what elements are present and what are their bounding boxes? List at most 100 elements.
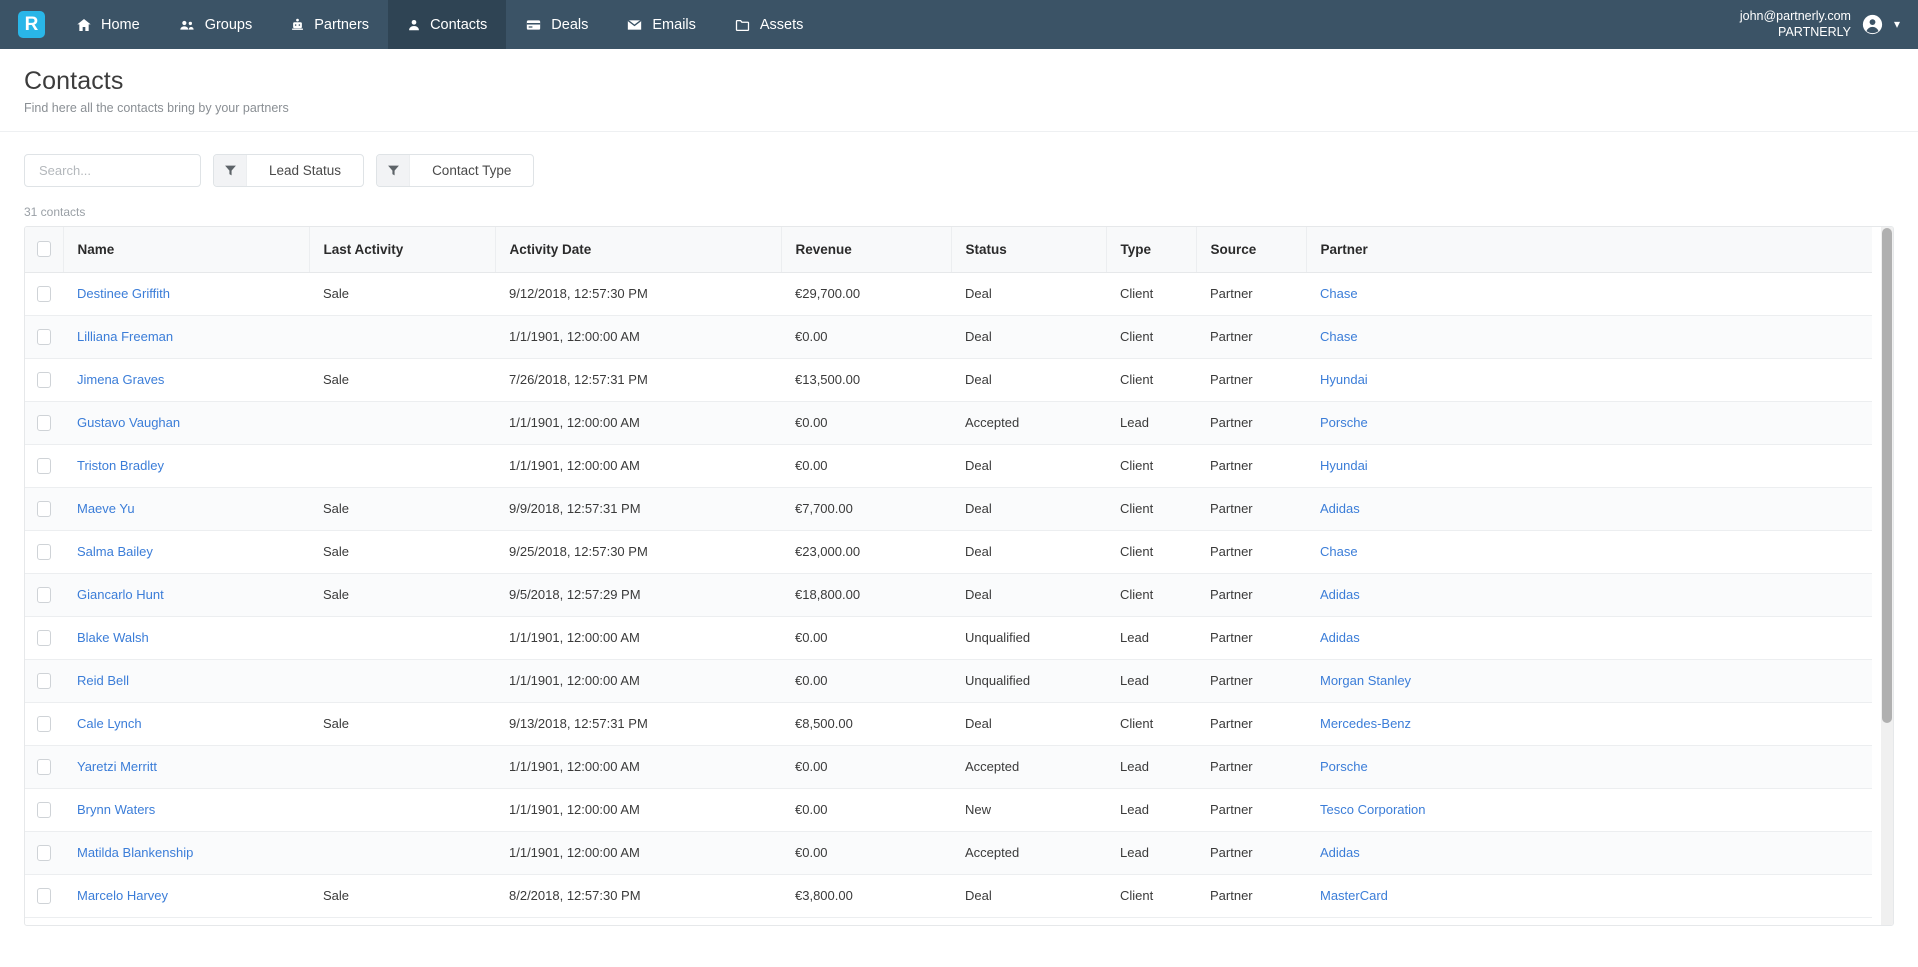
column-header-partner[interactable]: Partner (1306, 227, 1872, 273)
table-row[interactable]: Yaretzi Merritt 1/1/1901, 12:00:00 AM €0.0… (25, 745, 1872, 789)
row-checkbox[interactable] (37, 457, 51, 474)
cell-name-value[interactable]: Gustavo Vaughan (77, 415, 180, 430)
row-checkbox[interactable] (37, 414, 51, 431)
cell-partner[interactable]: Mercedes-Benz (1306, 702, 1872, 746)
cell-name[interactable]: Reid Bell (63, 659, 309, 703)
cell-name[interactable]: Yaretzi Merritt (63, 745, 309, 789)
cell-name-value[interactable]: Lilliana Freeman (77, 329, 173, 344)
nav-item-deals[interactable]: Deals (506, 0, 607, 49)
nav-item-contacts[interactable]: Contacts (388, 0, 507, 49)
row-checkbox[interactable] (37, 801, 51, 818)
row-checkbox[interactable] (37, 844, 51, 861)
cell-name[interactable]: Jimena Graves (63, 358, 309, 402)
cell-partner-value[interactable]: Hyundai (1320, 372, 1368, 387)
column-header-status[interactable]: Status (951, 227, 1107, 273)
row-checkbox[interactable] (37, 715, 51, 732)
cell-name[interactable]: Salma Bailey (63, 530, 309, 574)
cell-name-value[interactable]: Salma Bailey (77, 544, 153, 559)
cell-partner[interactable]: Adidas (1306, 831, 1872, 875)
nav-item-assets[interactable]: Assets (715, 0, 823, 49)
table-row[interactable]: Cale Lynch Sale 9/13/2018, 12:57:31 PM €8,5… (25, 702, 1872, 746)
search-input[interactable] (37, 162, 217, 179)
column-header-type[interactable]: Type (1106, 227, 1197, 273)
cell-name-value[interactable]: Maeve Yu (77, 501, 135, 516)
cell-name-value[interactable]: Giancarlo Hunt (77, 587, 164, 602)
cell-partner[interactable]: Porsche (1306, 401, 1872, 445)
column-header-last-activity[interactable]: Last Activity (309, 227, 496, 273)
cell-name-value[interactable]: Marcelo Harvey (77, 888, 168, 903)
cell-partner-value[interactable]: Chase (1320, 329, 1358, 344)
table-row[interactable]: Triston Bradley 1/1/1901, 12:00:00 AM €0.0… (25, 444, 1872, 488)
cell-name-value[interactable]: Cale Lynch (77, 716, 142, 731)
cell-partner[interactable]: Hyundai (1306, 358, 1872, 402)
table-row[interactable]: Brynn Waters 1/1/1901, 12:00:00 AM €0.00 Ne… (25, 788, 1872, 832)
cell-name-value[interactable]: Yaretzi Merritt (77, 759, 157, 774)
user-menu[interactable]: john@partnerly.com PARTNERLY ▾ (1740, 0, 1918, 49)
cell-partner[interactable]: Porsche (1306, 745, 1872, 789)
cell-name[interactable]: Triston Bradley (63, 444, 309, 488)
table-row[interactable]: Maeve Yu Sale 9/9/2018, 12:57:31 PM €7,700.… (25, 487, 1872, 531)
cell-name[interactable]: Marcelo Harvey (63, 874, 309, 918)
cell-partner-value[interactable]: Adidas (1320, 501, 1360, 516)
row-checkbox[interactable] (37, 543, 51, 560)
cell-partner[interactable]: Hyundai (1306, 444, 1872, 488)
cell-partner[interactable]: Adidas (1306, 573, 1872, 617)
cell-partner[interactable]: Chase (1306, 272, 1872, 316)
cell-partner-value[interactable]: Porsche (1320, 415, 1368, 430)
table-row[interactable]: Jimena Graves Sale 7/26/2018, 12:57:31 PM €… (25, 358, 1872, 402)
cell-name-value[interactable]: Triston Bradley (77, 458, 164, 473)
column-header-activity-date[interactable]: Activity Date (495, 227, 782, 273)
cell-partner[interactable]: Chase (1306, 530, 1872, 574)
cell-name-value[interactable]: Matilda Blankenship (77, 845, 193, 860)
cell-name-value[interactable]: Destinee Griffith (77, 286, 170, 301)
nav-item-emails[interactable]: Emails (607, 0, 715, 49)
cell-name[interactable]: Cale Lynch (63, 702, 309, 746)
cell-partner-value[interactable]: Adidas (1320, 845, 1360, 860)
cell-partner[interactable]: MasterCard (1306, 874, 1872, 918)
search-box[interactable] (24, 154, 231, 187)
column-header-revenue[interactable]: Revenue (781, 227, 952, 273)
cell-name-value[interactable]: Brynn Waters (77, 802, 155, 817)
cell-name-value[interactable]: Blake Walsh (77, 630, 149, 645)
cell-name[interactable]: Lilliana Freeman (63, 315, 309, 359)
table-row[interactable]: Lilliana Freeman 1/1/1901, 12:00:00 AM €0.… (25, 315, 1872, 359)
chevron-down-icon[interactable]: ▾ (1894, 18, 1900, 32)
cell-partner-value[interactable]: Hyundai (1320, 458, 1368, 473)
row-checkbox[interactable] (37, 887, 51, 904)
table-row[interactable]: Blake Walsh 1/1/1901, 12:00:00 AM €0.00 Unq… (25, 616, 1872, 660)
nav-item-home[interactable]: Home (57, 0, 159, 49)
row-checkbox[interactable] (37, 328, 51, 345)
select-all-checkbox[interactable] (36, 241, 51, 258)
cell-partner-value[interactable]: Tesco Corporation (1320, 802, 1426, 817)
cell-name[interactable]: Gustavo Vaughan (63, 401, 309, 445)
cell-name-value[interactable]: Reid Bell (77, 673, 129, 688)
cell-partner[interactable]: Tesco Corporation (1306, 788, 1872, 832)
cell-partner-value[interactable]: Mercedes-Benz (1320, 716, 1411, 731)
cell-partner[interactable]: Chase (1306, 315, 1872, 359)
cell-partner-value[interactable]: Porsche (1320, 759, 1368, 774)
cell-name[interactable]: Brynn Waters (63, 788, 309, 832)
nav-item-groups[interactable]: Groups (159, 0, 272, 49)
row-checkbox[interactable] (37, 371, 51, 388)
cell-name[interactable]: Blake Walsh (63, 616, 309, 660)
cell-partner[interactable]: Adidas (1306, 487, 1872, 531)
cell-partner-value[interactable]: Adidas (1320, 587, 1360, 602)
table-row[interactable]: Destinee Griffith Sale 9/12/2018, 12:57:30… (25, 272, 1872, 316)
column-header-name[interactable]: Name (63, 227, 310, 273)
cell-partner-value[interactable]: Adidas (1320, 630, 1360, 645)
cell-partner[interactable]: Morgan Stanley (1306, 659, 1872, 703)
cell-partner-value[interactable]: Chase (1320, 544, 1358, 559)
cell-partner-value[interactable]: MasterCard (1320, 888, 1388, 903)
cell-name[interactable]: Destinee Griffith (63, 272, 309, 316)
table-row[interactable]: Marcelo Harvey Sale 8/2/2018, 12:57:30 PM €… (25, 874, 1872, 918)
table-row[interactable]: Reid Bell 1/1/1901, 12:00:00 AM €0.00 Unqua… (25, 659, 1872, 703)
cell-partner-value[interactable]: Morgan Stanley (1320, 673, 1411, 688)
row-checkbox[interactable] (37, 629, 51, 646)
nav-item-partners[interactable]: Partners (271, 0, 388, 49)
row-checkbox[interactable] (37, 586, 51, 603)
filter-lead-status-button[interactable]: Lead Status (213, 154, 365, 187)
table-row[interactable]: Matilda Blankenship 1/1/1901, 12:00:00 AM… (25, 831, 1872, 875)
row-checkbox[interactable] (37, 672, 51, 689)
cell-name[interactable]: Matilda Blankenship (63, 831, 309, 875)
cell-partner[interactable]: Adidas (1306, 616, 1872, 660)
